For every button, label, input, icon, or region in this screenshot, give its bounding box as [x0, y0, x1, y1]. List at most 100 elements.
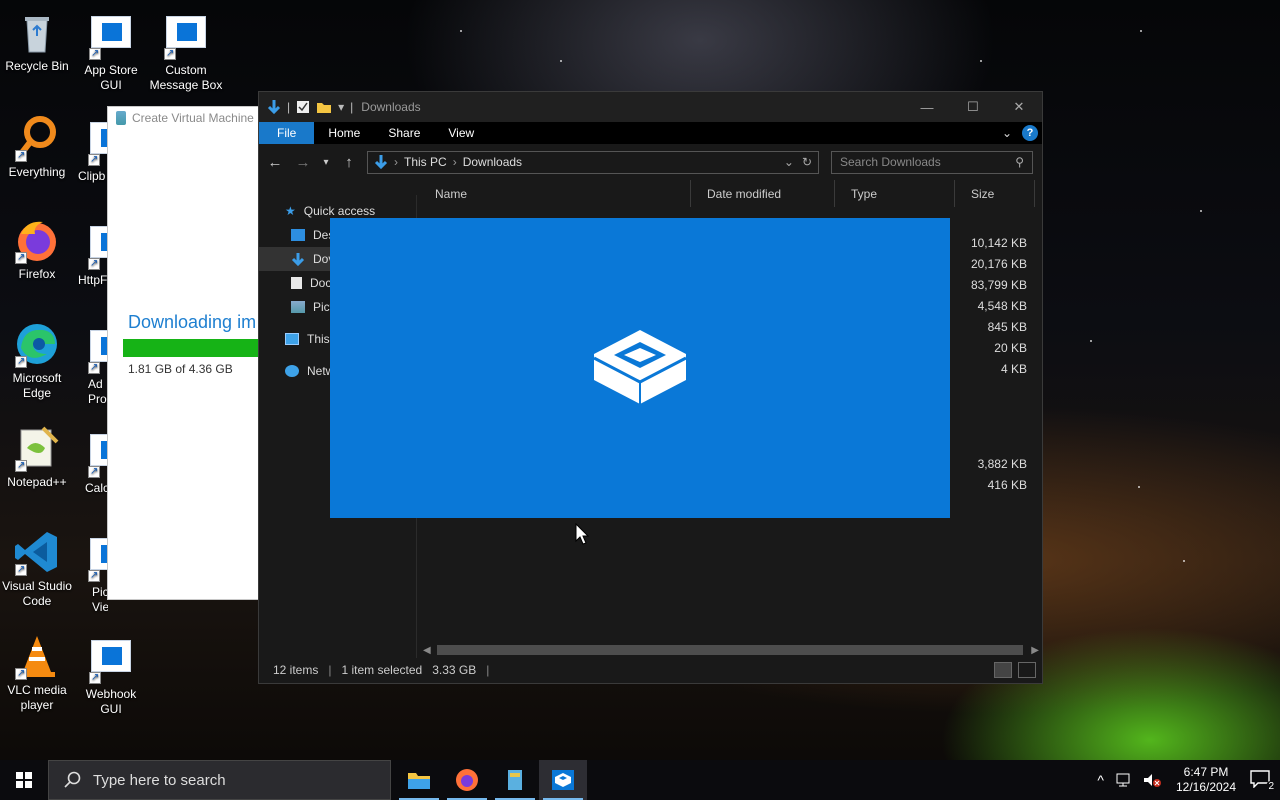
- desktop-icon-pic-viewer[interactable]: Pic Viewer: [74, 534, 108, 615]
- tab-home[interactable]: Home: [314, 122, 374, 144]
- expand-ribbon-chevron-icon[interactable]: ⌄: [1002, 126, 1012, 140]
- taskbar-clock[interactable]: 6:47 PM 12/16/2024: [1172, 765, 1240, 795]
- taskbar-sandbox[interactable]: [539, 760, 587, 800]
- star-icon: ★: [285, 204, 296, 218]
- column-header-type[interactable]: Type: [835, 180, 955, 207]
- desktop-icon-app-store-gui[interactable]: App Store GUI: [74, 12, 148, 93]
- desktop-icon-label: Notepad++: [7, 475, 67, 489]
- vm-app-icon: [508, 770, 522, 790]
- taskbar-search-placeholder: Type here to search: [93, 771, 226, 789]
- desktop-icon-clipboard[interactable]: Clipb: [74, 118, 108, 184]
- column-header-name[interactable]: Name: [419, 180, 691, 207]
- new-folder-icon[interactable]: [316, 100, 332, 114]
- notepad-plus-plus-icon: [13, 424, 61, 473]
- up-arrow-icon[interactable]: ↑: [339, 154, 359, 171]
- breadcrumb-this-pc[interactable]: This PC: [404, 155, 447, 169]
- document-icon: [291, 277, 302, 289]
- vm-window-title-text: Create Virtual Machine: [132, 111, 254, 125]
- tab-view[interactable]: View: [434, 122, 488, 144]
- desktop-icon-visual-studio-code[interactable]: Visual Studio Code: [0, 528, 74, 609]
- create-vm-window[interactable]: Create Virtual Machine Downloading im 1.…: [107, 106, 260, 600]
- desktop-icon-label: Recycle Bin: [5, 59, 69, 73]
- column-header-size[interactable]: Size: [955, 180, 1035, 207]
- desktop-icon-label: Clipb: [78, 169, 106, 183]
- recent-locations-chevron-icon[interactable]: ▾: [321, 157, 331, 168]
- app-window-icon: [86, 534, 108, 583]
- details-view-icon[interactable]: [994, 662, 1012, 678]
- vm-download-status: Downloading im: [128, 312, 257, 332]
- desktop-icon-firefox[interactable]: Firefox: [0, 216, 74, 282]
- taskbar-file-explorer[interactable]: [395, 760, 443, 800]
- desktop-icon-label: Firefox: [18, 267, 56, 281]
- refresh-icon[interactable]: ↻: [802, 155, 812, 169]
- vm-download-progress-bar: [123, 339, 260, 357]
- desktop-icon-label: Ad Pro: [88, 377, 107, 406]
- desktop-icon-microsoft-edge[interactable]: Microsoft Edge: [0, 320, 74, 401]
- search-box[interactable]: Search Downloads ⚲: [831, 150, 1033, 174]
- status-separator: |: [328, 663, 332, 677]
- network-icon: [285, 365, 299, 377]
- sandbox-splash-screen: [330, 218, 950, 518]
- clock-time: 6:47 PM: [1183, 765, 1229, 779]
- recycle-bin-icon: [13, 8, 61, 56]
- scroll-right-icon[interactable]: ▶: [1031, 645, 1039, 656]
- vm-app-icon: [116, 111, 126, 125]
- desktop-icon-notepad-plus-plus[interactable]: Notepad++: [0, 424, 74, 490]
- desktop-folder-icon: [291, 229, 305, 241]
- desktop-icon-calc[interactable]: Calc: [74, 430, 108, 496]
- customize-toolbar-chevron-icon[interactable]: ▾: [338, 100, 344, 114]
- tab-file[interactable]: File: [259, 122, 315, 144]
- desktop-icon-custom-message-box[interactable]: Custom Message Box: [149, 12, 223, 93]
- properties-check-icon[interactable]: [296, 100, 310, 114]
- app-window-icon: [86, 326, 108, 375]
- maximize-button[interactable]: ☐: [950, 92, 996, 122]
- volume-muted-icon[interactable]: [1142, 772, 1162, 788]
- back-arrow-icon[interactable]: ←: [265, 154, 285, 171]
- sandbox-box-icon: [593, 330, 687, 404]
- scroll-left-icon[interactable]: ◀: [423, 645, 431, 656]
- forward-arrow-icon[interactable]: →: [293, 154, 313, 171]
- column-header-date-modified[interactable]: Date modified: [691, 180, 835, 207]
- edge-icon: [13, 320, 61, 369]
- desktop-icon-ad-pro[interactable]: Ad Pro: [74, 326, 108, 407]
- ribbon-tabs: File Home Share View ⌄ ?: [259, 122, 1042, 144]
- window-title: Downloads: [361, 100, 421, 114]
- large-icons-view-icon[interactable]: [1018, 662, 1036, 678]
- action-center-icon[interactable]: 2: [1250, 770, 1276, 792]
- start-button[interactable]: [0, 760, 48, 800]
- minimize-button[interactable]: —: [904, 92, 950, 122]
- firefox-icon: [13, 216, 61, 265]
- quick-access-toolbar: | ▾ |: [267, 99, 353, 115]
- breadcrumb-downloads[interactable]: Downloads: [463, 155, 522, 169]
- tab-share[interactable]: Share: [374, 122, 434, 144]
- desktop-icon-label: Calc: [85, 481, 108, 495]
- app-window-icon: [87, 12, 135, 61]
- download-arrow-icon: [267, 100, 281, 115]
- taskbar-search-box[interactable]: Type here to search: [48, 760, 391, 800]
- explorer-titlebar[interactable]: | ▾ | Downloads — ☐ ✕: [259, 92, 1042, 122]
- address-bar[interactable]: › This PC › Downloads ⌄ ↻: [367, 150, 819, 174]
- scrollbar-thumb[interactable]: [437, 645, 1023, 655]
- notification-count-badge: 2: [1266, 781, 1276, 792]
- desktop-icon-vlc[interactable]: VLC media player: [0, 632, 74, 713]
- address-history-chevron-icon[interactable]: ⌄: [784, 155, 794, 169]
- close-button[interactable]: ✕: [996, 92, 1042, 122]
- show-hidden-icons-chevron-icon[interactable]: ^: [1097, 772, 1104, 788]
- desktop-icon-webhook-gui[interactable]: Webhook GUI: [74, 636, 148, 717]
- status-bar: 12 items | 1 item selected 3.33 GB |: [259, 657, 1042, 683]
- desktop-icon-recycle-bin[interactable]: Recycle Bin: [0, 8, 74, 74]
- desktop-icon-label: Custom Message Box: [149, 63, 223, 92]
- pictures-icon: [291, 301, 305, 313]
- search-icon: ⚲: [1015, 155, 1024, 169]
- horizontal-scrollbar[interactable]: ◀ ▶: [419, 642, 1041, 658]
- taskbar-vm-app[interactable]: [491, 760, 539, 800]
- taskbar-firefox[interactable]: [443, 760, 491, 800]
- vlc-cone-icon: [13, 632, 61, 681]
- address-row: ← → ▾ ↑ › This PC › Downloads ⌄ ↻ Search…: [259, 144, 1042, 180]
- network-icon[interactable]: [1114, 772, 1132, 788]
- nav-item-label: Quick access: [303, 204, 376, 218]
- vm-download-size: 1.81 GB of 4.36 GB: [128, 362, 233, 376]
- desktop-icon-http[interactable]: HttpF: [74, 222, 108, 288]
- help-icon[interactable]: ?: [1022, 125, 1038, 141]
- desktop-icon-everything[interactable]: Everything: [0, 114, 74, 180]
